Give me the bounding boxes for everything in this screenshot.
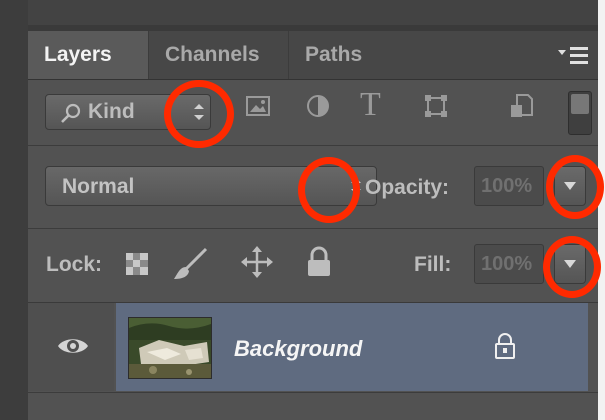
layer-thumbnail	[128, 317, 212, 379]
search-icon	[61, 103, 81, 123]
smart-object-filter-icon[interactable]	[508, 93, 534, 119]
lock-transparent-pixels-icon[interactable]	[124, 249, 152, 279]
blend-mode-value: Normal	[62, 175, 135, 198]
annotation-circle-fill	[543, 236, 601, 298]
opacity-field[interactable]: 100%	[474, 166, 544, 206]
annotation-circle-blend	[298, 157, 360, 223]
empty-layer-area	[28, 392, 598, 420]
filter-toggle-switch[interactable]	[568, 91, 592, 135]
window-edge	[598, 0, 605, 420]
panel-title-bar	[28, 0, 598, 25]
tab-channels[interactable]: Channels	[149, 31, 289, 79]
tab-paths[interactable]: Paths	[289, 31, 399, 79]
filter-kind-label: Kind	[88, 100, 135, 123]
annotation-circle-opacity	[546, 155, 604, 219]
tab-layers[interactable]: Layers	[28, 31, 149, 79]
lock-row: Lock: Fill: 100%	[28, 229, 598, 303]
layer-row[interactable]: Background	[28, 303, 598, 391]
annotation-circle-kind	[164, 80, 234, 148]
shape-layer-filter-icon[interactable]	[423, 93, 449, 119]
lock-position-icon[interactable]	[240, 245, 274, 279]
pixel-layer-filter-icon[interactable]	[245, 93, 271, 119]
fill-value: 100%	[481, 253, 533, 275]
adjustment-layer-filter-icon[interactable]	[305, 93, 331, 119]
fill-field[interactable]: 100%	[474, 244, 544, 284]
opacity-value: 100%	[481, 175, 533, 197]
visibility-toggle[interactable]	[28, 303, 114, 391]
opacity-label: Opacity:	[365, 176, 450, 199]
layer-locked-icon	[495, 333, 515, 359]
type-layer-filter-icon[interactable]: T	[360, 86, 381, 124]
eye-icon	[58, 339, 88, 353]
fill-label: Fill:	[414, 253, 452, 276]
layer-name: Background	[234, 336, 363, 361]
layers-panel: Layers Channels Paths Kind T Normal Opac…	[0, 0, 605, 420]
lock-all-icon[interactable]	[306, 246, 332, 278]
lock-image-pixels-icon[interactable]	[172, 247, 208, 281]
workspace-edge	[0, 0, 28, 420]
lock-label: Lock:	[46, 253, 103, 276]
panel-menu-icon[interactable]	[556, 44, 590, 68]
panel-tab-bar: Layers Channels Paths	[28, 31, 598, 80]
layer-item-background[interactable]: Background	[116, 303, 588, 391]
